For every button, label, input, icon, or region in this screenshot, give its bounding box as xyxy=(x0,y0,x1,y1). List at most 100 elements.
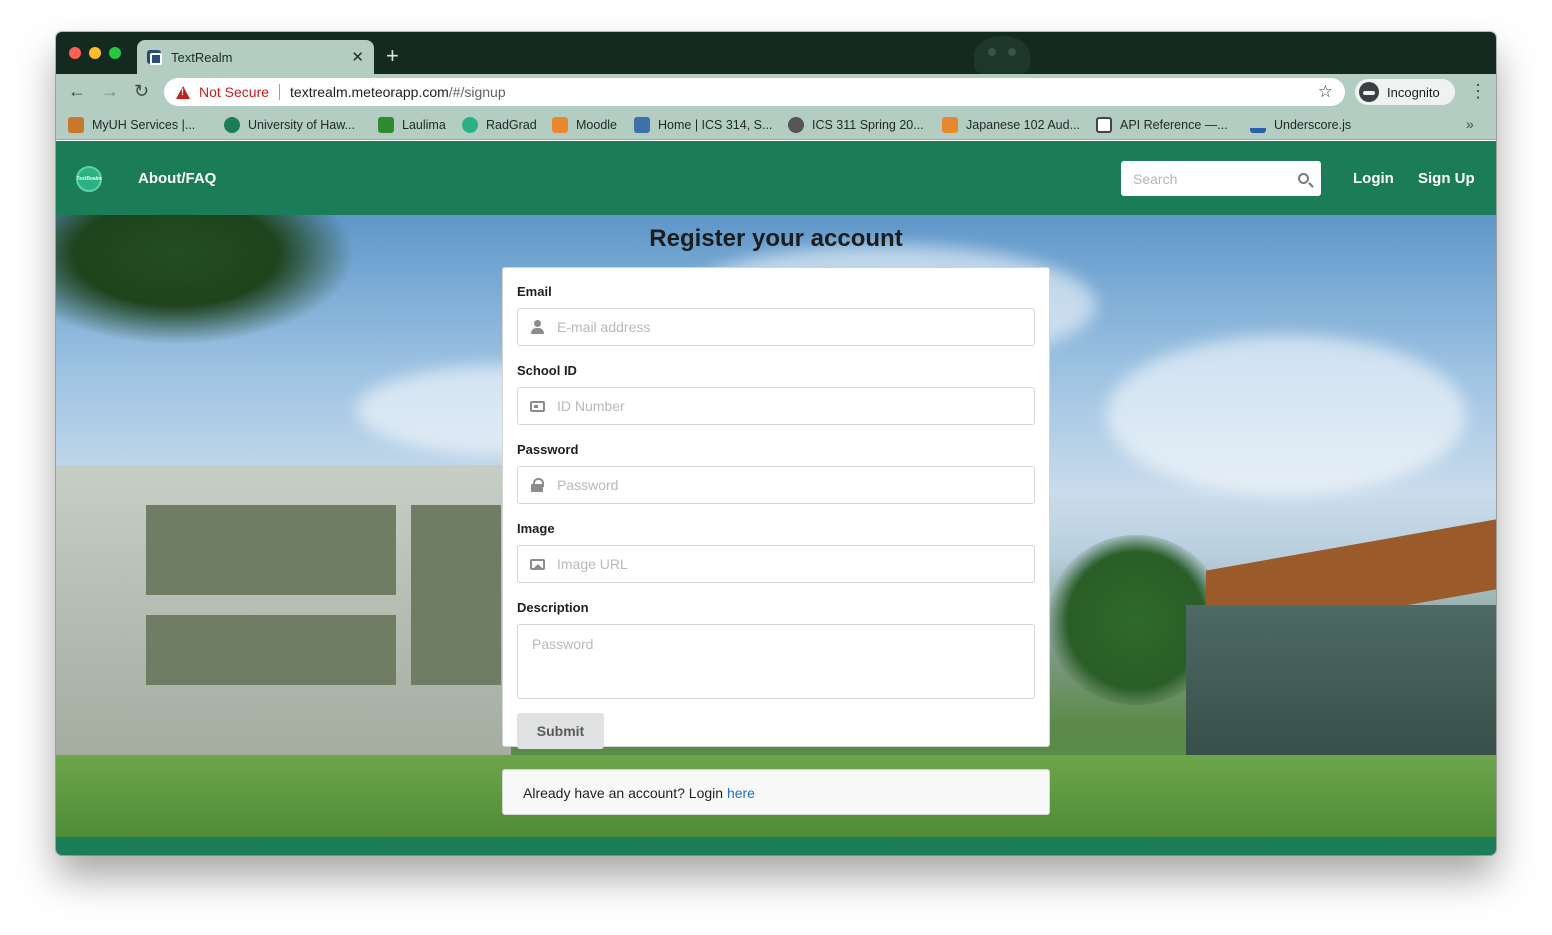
bookmark-star-icon[interactable]: ☆ xyxy=(1318,82,1333,102)
forward-arrow-icon[interactable]: → xyxy=(101,81,119,102)
bookmark-laulima[interactable]: Laulima xyxy=(378,117,446,133)
bookmark-label: Laulima xyxy=(402,118,446,132)
password-field[interactable] xyxy=(517,466,1035,504)
incognito-label: Incognito xyxy=(1387,84,1440,100)
zoom-window-button[interactable] xyxy=(109,47,121,59)
email-input[interactable] xyxy=(557,319,1022,335)
url-path: /#/signup xyxy=(448,84,506,100)
address-bar[interactable]: Not Secure textrealm.meteorapp.com /#/si… xyxy=(164,78,1345,106)
page-title: Register your account xyxy=(649,225,903,252)
site-navbar: TextRealm About/FAQ Login Sign Up xyxy=(56,141,1496,215)
description-field[interactable] xyxy=(517,624,1035,699)
close-window-button[interactable] xyxy=(69,47,81,59)
tab-textrealm[interactable]: TextRealm ✕ xyxy=(137,40,374,74)
building-panel xyxy=(411,505,501,685)
not-secure-label: Not Secure xyxy=(199,84,270,100)
id-card-icon xyxy=(530,400,545,412)
incognito-icon xyxy=(1359,82,1379,102)
logo-text: TextRealm xyxy=(76,176,102,182)
tab-title: TextRealm xyxy=(171,49,233,65)
bookmark-japanese102[interactable]: Japanese 102 Aud... xyxy=(942,117,1080,133)
login-message-text: Already have an account? Login xyxy=(523,785,727,801)
logo[interactable]: TextRealm xyxy=(76,166,102,192)
bookmark-myuh[interactable]: MyUH Services |... xyxy=(68,117,195,133)
bookmark-label: Underscore.js xyxy=(1274,118,1352,132)
bookmark-label: Japanese 102 Aud... xyxy=(966,118,1080,132)
description-label: Description xyxy=(517,600,589,615)
bookmarks-bar: MyUH Services |... University of Haw... … xyxy=(56,110,1496,140)
browser-toolbar: ← → ↻ Not Secure textrealm.meteorapp.com… xyxy=(56,74,1496,110)
bookmark-label: Moodle xyxy=(576,118,617,132)
more-bookmarks-icon[interactable]: » xyxy=(1466,116,1474,132)
user-icon xyxy=(530,320,545,334)
bookmark-favicon-icon xyxy=(942,117,958,133)
minimize-window-button[interactable] xyxy=(89,47,101,59)
bookmark-moodle[interactable]: Moodle xyxy=(552,117,617,133)
new-tab-button[interactable]: + xyxy=(386,43,399,69)
bookmark-label: MyUH Services |... xyxy=(92,118,196,132)
browser-menu-icon[interactable]: ⋮ xyxy=(1469,81,1487,102)
nav-login[interactable]: Login xyxy=(1353,170,1394,187)
bookmark-label: Home | ICS 314, S... xyxy=(658,118,773,132)
login-message: Already have an account? Login here xyxy=(502,769,1050,815)
bookmark-label: ICS 311 Spring 20... xyxy=(812,118,924,132)
bookmark-radgrad[interactable]: RadGrad xyxy=(462,117,537,133)
bookmark-label: University of Haw... xyxy=(248,118,355,132)
building-panel xyxy=(146,505,396,595)
bookmark-favicon-icon xyxy=(1250,117,1266,133)
search-box[interactable] xyxy=(1121,161,1321,196)
bookmark-favicon-icon xyxy=(462,117,478,133)
url-host: textrealm.meteorapp.com xyxy=(290,84,449,100)
bookmark-favicon-icon xyxy=(378,117,394,133)
school-id-field[interactable] xyxy=(517,387,1035,425)
submit-button[interactable]: Submit xyxy=(517,713,604,749)
search-icon[interactable] xyxy=(1298,173,1309,184)
image-field[interactable] xyxy=(517,545,1035,583)
image-url-input[interactable] xyxy=(557,556,1022,572)
campus-background-image: Register your account Email School ID Pa… xyxy=(56,215,1496,837)
footer-bar xyxy=(56,837,1496,855)
school-id-label: School ID xyxy=(517,363,577,378)
bookmark-label: RadGrad xyxy=(486,118,537,132)
bookmark-uh[interactable]: University of Haw... xyxy=(224,117,355,133)
bookmark-favicon-icon xyxy=(1096,117,1112,133)
reload-icon[interactable]: ↻ xyxy=(134,81,149,102)
url-separator xyxy=(279,84,281,100)
building-panel xyxy=(146,615,396,685)
password-label: Password xyxy=(517,442,579,457)
incognito-chip[interactable]: Incognito xyxy=(1355,79,1455,105)
bookmark-label: API Reference —... xyxy=(1120,118,1228,132)
incognito-mascot-icon xyxy=(974,36,1030,74)
login-here-link[interactable]: here xyxy=(727,785,755,801)
image-label: Image xyxy=(517,521,555,536)
email-label: Email xyxy=(517,284,552,299)
description-textarea[interactable] xyxy=(532,636,1020,686)
warning-icon xyxy=(176,85,190,99)
cloud xyxy=(1106,335,1466,495)
page-content: TextRealm About/FAQ Login Sign Up R xyxy=(56,141,1496,855)
school-id-input[interactable] xyxy=(557,398,1022,414)
tab-favicon-icon xyxy=(147,50,162,65)
back-arrow-icon[interactable]: ← xyxy=(68,81,86,102)
tab-strip: TextRealm ✕ + xyxy=(56,32,1496,74)
bookmark-api-reference[interactable]: API Reference —... xyxy=(1096,117,1228,133)
search-input[interactable] xyxy=(1133,170,1298,187)
email-field[interactable] xyxy=(517,308,1035,346)
bookmark-ics311[interactable]: ICS 311 Spring 20... xyxy=(788,117,924,133)
lock-icon xyxy=(530,478,545,492)
register-form: Email School ID Password Image xyxy=(502,267,1050,749)
building-left xyxy=(56,465,511,765)
bookmark-underscore[interactable]: Underscore.js xyxy=(1250,117,1351,133)
bookmark-favicon-icon xyxy=(68,117,84,133)
bookmark-favicon-icon xyxy=(634,117,650,133)
bookmark-favicon-icon xyxy=(788,117,804,133)
password-input[interactable] xyxy=(557,477,1022,493)
bookmark-favicon-icon xyxy=(552,117,568,133)
image-icon xyxy=(530,558,545,570)
browser-window: TextRealm ✕ + ← → ↻ Not Secure textrealm… xyxy=(56,32,1496,855)
tab-close-icon[interactable]: ✕ xyxy=(351,48,364,66)
bookmark-favicon-icon xyxy=(224,117,240,133)
nav-about-faq[interactable]: About/FAQ xyxy=(138,170,216,187)
nav-signup[interactable]: Sign Up xyxy=(1418,170,1475,187)
bookmark-ics314[interactable]: Home | ICS 314, S... xyxy=(634,117,772,133)
